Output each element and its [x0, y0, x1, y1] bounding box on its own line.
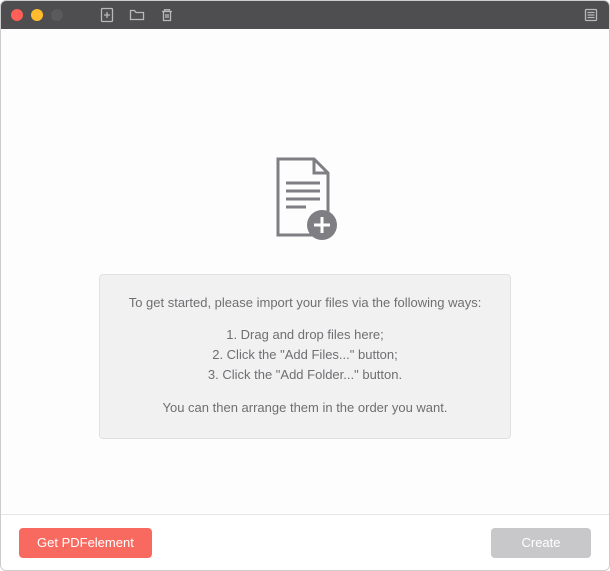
instructions-intro: To get started, please import your files…: [118, 293, 492, 313]
drop-area[interactable]: To get started, please import your files…: [1, 29, 609, 514]
toolbar: [99, 7, 175, 23]
instructions-step1: 1. Drag and drop files here;: [118, 325, 492, 345]
trash-icon[interactable]: [159, 7, 175, 23]
window-controls: [11, 9, 63, 21]
instructions-outro: You can then arrange them in the order y…: [118, 398, 492, 418]
add-folder-icon[interactable]: [129, 7, 145, 23]
list-view-icon[interactable]: [583, 7, 599, 23]
get-pdfelement-button[interactable]: Get PDFelement: [19, 528, 152, 558]
footer: Get PDFelement Create: [1, 514, 609, 570]
app-window: To get started, please import your files…: [0, 0, 610, 571]
add-file-icon[interactable]: [99, 7, 115, 23]
maximize-window-button[interactable]: [51, 9, 63, 21]
add-document-icon: [270, 157, 340, 250]
instructions-step3: 3. Click the "Add Folder..." button.: [118, 365, 492, 385]
close-window-button[interactable]: [11, 9, 23, 21]
instructions-panel: To get started, please import your files…: [99, 274, 511, 439]
minimize-window-button[interactable]: [31, 9, 43, 21]
titlebar: [1, 1, 609, 29]
create-button: Create: [491, 528, 591, 558]
instructions-step2: 2. Click the "Add Files..." button;: [118, 345, 492, 365]
